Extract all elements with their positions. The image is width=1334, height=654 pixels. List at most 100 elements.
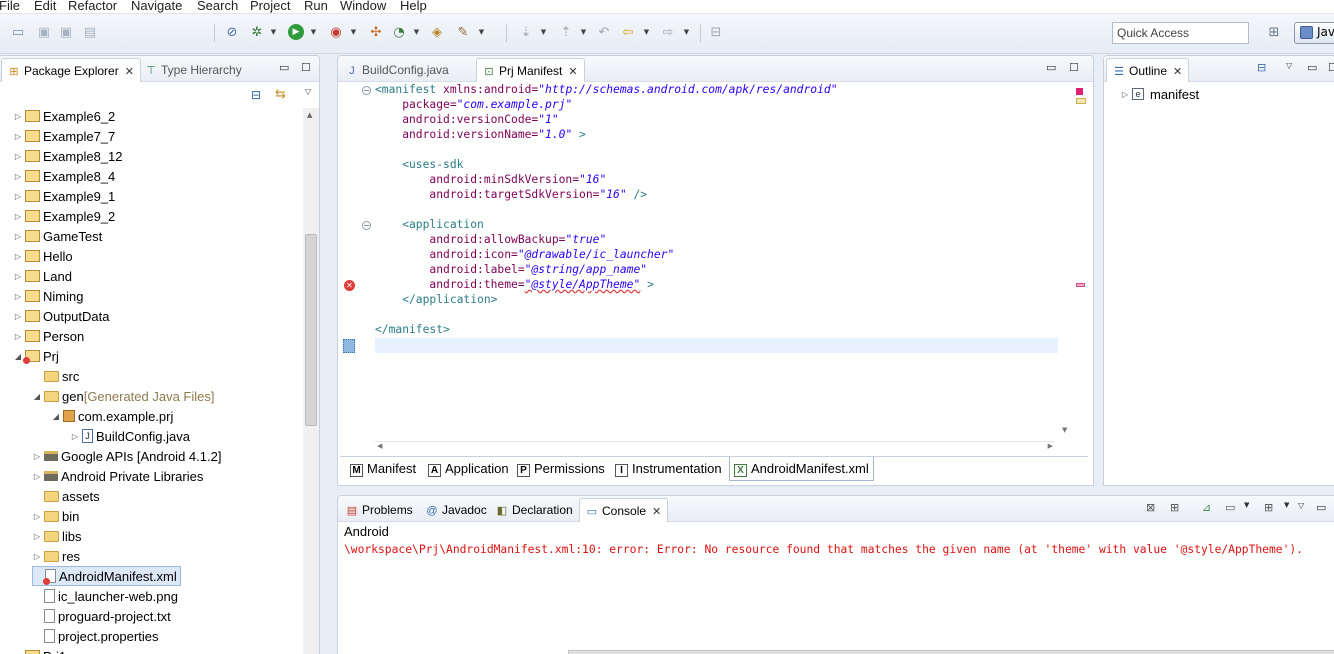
tree-item[interactable]: ▷ Google APIs [Android 4.1.2] [32,446,222,466]
overview-error-marker[interactable] [1076,283,1085,287]
quick-access-input[interactable]: Quick Access [1112,22,1249,44]
open-console-dropdown-icon[interactable]: ▼ [1284,501,1289,509]
minimize-icon[interactable]: ▭ [1307,61,1317,74]
overview-error-icon[interactable] [1076,88,1083,95]
tree-item[interactable]: ▷ bin [32,506,79,526]
menu-help[interactable]: Help [400,0,427,13]
save-icon[interactable]: ▣ [36,24,52,40]
next-annotation-dropdown-icon[interactable]: ▼ [540,24,547,40]
expand-icon[interactable]: ▷ [32,512,42,521]
run-dropdown-icon[interactable]: ▼ [310,24,317,40]
next-annotation-icon[interactable]: ⇣ [518,24,534,40]
tree-item[interactable]: assets [32,486,100,506]
tree-item[interactable]: ▷ Niming [13,286,84,306]
menu-file[interactable]: File [0,0,20,13]
previous-annotation-dropdown-icon[interactable]: ▼ [580,24,587,40]
menu-edit[interactable]: Edit [34,0,56,13]
tree-item[interactable]: ▷ res [32,546,80,566]
maximize-icon[interactable]: ☐ [1328,61,1334,74]
tree-item[interactable]: ic_launcher-web.png [32,586,178,606]
tree-item[interactable]: src [32,366,79,386]
collapse-icon[interactable]: ◢ [32,392,42,401]
console-hscroll-thumb[interactable] [568,650,1334,654]
expand-icon[interactable]: ▷ [32,552,42,561]
tree-item[interactable]: ▷ J BuildConfig.java [70,426,190,446]
error-icon[interactable]: ✕ [344,280,355,291]
tab-javadoc[interactable]: @ Javadoc [420,498,493,522]
debug-icon[interactable]: ✲ [249,24,265,40]
tab-problems[interactable]: ▤ Problems [340,498,419,522]
tree-item[interactable]: ▷Prj1 [13,646,66,654]
view-menu-icon[interactable]: ▽ [1298,501,1304,510]
editor-hscrollbar[interactable]: ◀ ▶ [375,441,1055,452]
search-dropdown-icon[interactable]: ▼ [478,24,485,40]
overview-warning-marker[interactable] [1076,98,1086,104]
link-with-editor-icon[interactable]: ⇆ [275,87,286,102]
tree-item[interactable]: ▷ Android Private Libraries [32,466,203,486]
close-icon[interactable]: ✕ [125,66,134,78]
expand-icon[interactable]: ▷ [13,192,23,201]
display-console-icon[interactable]: ▭ [1225,501,1235,514]
tree-item[interactable]: ◢ Prj [13,346,59,366]
scroll-lock-icon[interactable]: ⊞ [1170,501,1179,514]
maximize-icon[interactable]: ☐ [301,61,311,74]
tree-item[interactable]: ▷ GameTest [13,226,102,246]
scroll-right-icon[interactable]: ▶ [1048,442,1053,450]
tree-item[interactable]: ▷ Example9_1 [13,186,115,206]
tree-item[interactable]: proguard-project.txt [32,606,171,626]
fold-icon[interactable]: − [362,221,371,230]
tab-buildconfig[interactable]: J BuildConfig.java [340,58,455,82]
tree-item[interactable]: ▷ Example6_2 [13,106,115,126]
java-perspective-button[interactable]: Java [1294,22,1334,44]
expand-icon[interactable]: ▷ [13,292,23,301]
tree-item[interactable]: ▷ Person [13,326,84,346]
tree-item[interactable]: ▷ Example8_12 [13,146,123,166]
collapse-icon[interactable]: ◢ [13,352,23,361]
save-all-icon[interactable]: ▣ [58,24,74,40]
external-dropdown-icon[interactable]: ▼ [350,24,357,40]
tree-item[interactable]: ◢ com.example.prj [51,406,173,426]
expand-icon[interactable]: ▷ [13,172,23,181]
tab-androidmanifest-xml[interactable]: X AndroidManifest.xml [729,457,874,481]
debug-dropdown-icon[interactable]: ▼ [270,24,277,40]
tree-item[interactable]: ▷ Example8_4 [13,166,115,186]
menu-navigate[interactable]: Navigate [131,0,182,13]
pin-console-icon[interactable]: ⊿ [1202,501,1211,514]
close-icon[interactable]: ✕ [1173,66,1182,78]
collapse-all-icon[interactable]: ⊟ [251,88,261,102]
expand-icon[interactable]: ▷ [13,252,23,261]
maximize-icon[interactable]: ☐ [1069,61,1079,74]
tab-manifest[interactable]: M Manifest [346,457,420,481]
view-menu-icon[interactable]: ▽ [1286,61,1292,70]
minimize-icon[interactable]: ▭ [279,61,289,74]
expand-icon[interactable]: ▷ [13,332,23,341]
open-type-icon[interactable]: ◈ [429,24,445,40]
scrollbar-thumb[interactable] [305,234,317,426]
collapse-icon[interactable]: ◢ [51,412,61,421]
new-java-project-icon[interactable]: ✣ [368,24,384,40]
tab-package-explorer[interactable]: ⊞ Package Explorer ✕ [1,58,141,82]
expand-icon[interactable]: ▷ [70,432,80,441]
tree-item[interactable]: AndroidManifest.xml [32,566,181,586]
expand-icon[interactable]: ▷ [32,532,42,541]
previous-annotation-icon[interactable]: ⇡ [558,24,574,40]
tab-permissions[interactable]: P Permissions [513,457,609,481]
expand-icon[interactable]: ▷ [1120,90,1130,99]
tree-item[interactable]: ▷ Example9_2 [13,206,115,226]
minimize-icon[interactable]: ▭ [1316,501,1326,514]
forward-dropdown-icon[interactable]: ▼ [683,24,690,40]
close-icon[interactable]: ✕ [568,66,577,78]
outline-item-manifest[interactable]: ▷ e manifest [1120,84,1199,104]
tree-item[interactable]: ▷ Hello [13,246,73,266]
tab-prj-manifest[interactable]: ⊡ Prj Manifest ✕ [476,58,585,82]
new-dropdown-icon[interactable]: ▼ [413,24,420,40]
back-icon[interactable]: ⇦ [620,24,636,40]
expand-icon[interactable]: ▷ [13,312,23,321]
tab-type-hierarchy[interactable]: ⊤ Type Hierarchy [139,58,248,82]
scroll-up-icon[interactable]: ▲ [307,111,312,119]
skip-breakpoints-icon[interactable]: ⊘ [224,24,240,40]
tab-outline[interactable]: ☰ Outline ✕ [1106,58,1190,82]
tree-item[interactable]: ▷ Example7_7 [13,126,115,146]
tree-item[interactable]: ▷ libs [32,526,82,546]
menu-window[interactable]: Window [340,0,386,13]
